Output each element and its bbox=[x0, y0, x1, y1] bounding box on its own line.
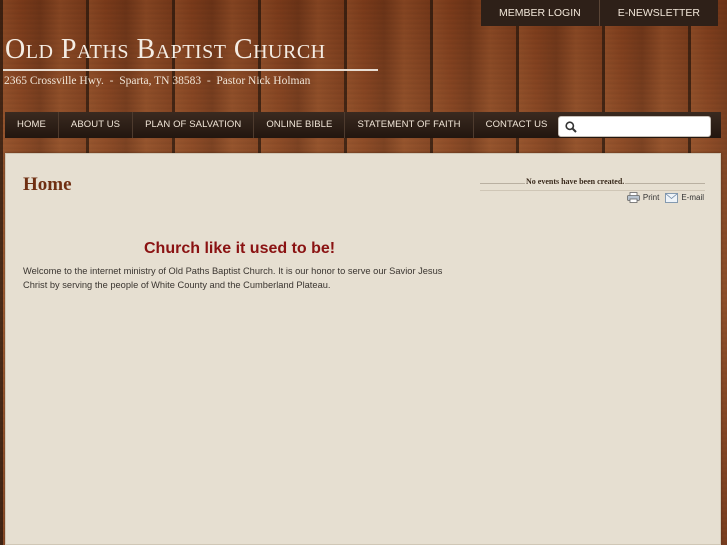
events-empty-message: No events have been created. bbox=[525, 177, 626, 186]
printer-icon bbox=[626, 192, 640, 203]
page-utilities: Print E-mail bbox=[626, 192, 704, 203]
envelope-icon bbox=[665, 192, 679, 203]
print-link[interactable]: Print bbox=[626, 192, 660, 203]
page-title: Home bbox=[23, 174, 72, 195]
search-input[interactable] bbox=[583, 119, 705, 134]
headline: Church like it used to be! bbox=[144, 240, 336, 257]
events-divider-lower bbox=[480, 190, 705, 191]
content-panel: Home No events have been created. Print … bbox=[5, 153, 721, 545]
nav-item-home[interactable]: HOME bbox=[5, 112, 59, 138]
site-subtitle: 2365 Crossville Hwy. - Sparta, TN 38583 … bbox=[4, 75, 311, 87]
title-divider bbox=[3, 69, 378, 71]
nav-item-plan-of-salvation[interactable]: PLAN OF SALVATION bbox=[133, 112, 255, 138]
search-box bbox=[558, 116, 711, 137]
e-newsletter-link[interactable]: E-NEWSLETTER bbox=[598, 0, 718, 26]
site-title[interactable]: Old Paths Baptist Church bbox=[5, 34, 326, 66]
email-link[interactable]: E-mail bbox=[665, 192, 704, 203]
email-label: E-mail bbox=[681, 193, 704, 202]
nav-item-statement-of-faith[interactable]: STATEMENT OF FAITH bbox=[345, 112, 474, 138]
member-login-link[interactable]: MEMBER LOGIN bbox=[481, 0, 599, 26]
magnifier-icon[interactable] bbox=[565, 121, 577, 133]
nav-item-contact-us[interactable]: CONTACT US bbox=[474, 112, 560, 138]
main-navigation: HOME ABOUT US PLAN OF SALVATION ONLINE B… bbox=[5, 112, 721, 138]
intro-paragraph: Welcome to the internet ministry of Old … bbox=[23, 266, 443, 290]
nav-item-about-us[interactable]: ABOUT US bbox=[59, 112, 134, 138]
nav-item-online-bible[interactable]: ONLINE BIBLE bbox=[254, 112, 346, 138]
utility-links: MEMBER LOGIN E-NEWSLETTER bbox=[481, 0, 718, 26]
print-label: Print bbox=[642, 193, 660, 202]
